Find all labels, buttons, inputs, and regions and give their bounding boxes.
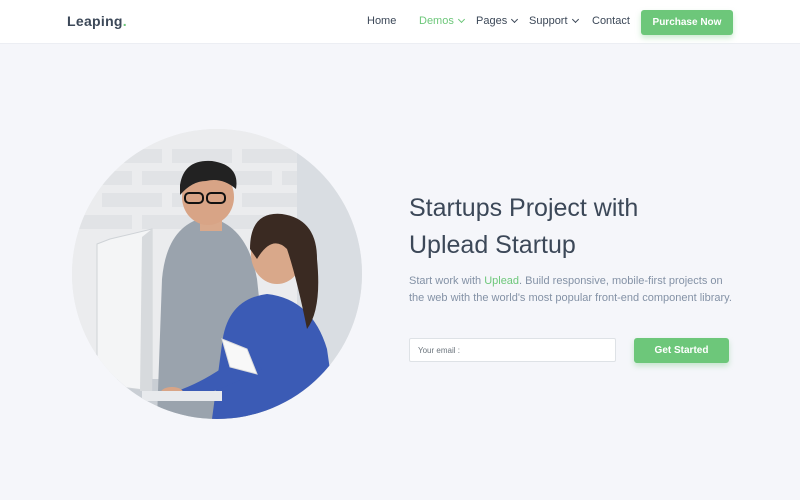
- logo-text: Leaping: [67, 13, 123, 29]
- hero-image: [72, 129, 362, 419]
- nav-item-pages[interactable]: Pages: [476, 15, 519, 27]
- top-navbar: Leaping. Home Demos Pages Support Contac…: [0, 0, 800, 44]
- nav-item-contact[interactable]: Contact: [592, 15, 630, 27]
- purchase-now-button[interactable]: Purchase Now: [641, 10, 733, 35]
- nav-item-label: Contact: [592, 15, 630, 27]
- hero-title: Startups Project with Uplead Startup: [409, 190, 739, 264]
- nav-item-demos[interactable]: Demos: [419, 15, 465, 27]
- hero-description: Start work with Uplead. Build responsive…: [409, 273, 739, 307]
- chevron-down-icon: [571, 15, 579, 24]
- hero-illustration: [72, 129, 362, 419]
- nav-item-label: Pages: [476, 15, 508, 27]
- hero-title-line-1: Startups Project with: [409, 194, 639, 222]
- hero-text-intro: Start work with: [409, 275, 485, 287]
- nav-item-home[interactable]: Home: [367, 15, 396, 27]
- chevron-down-icon: [511, 15, 519, 24]
- nav-item-label: Home: [367, 15, 397, 27]
- nav-item-label: Support: [529, 15, 568, 27]
- logo-dot: .: [122, 13, 127, 29]
- site-logo[interactable]: Leaping.: [67, 13, 127, 29]
- nav-item-support[interactable]: Support: [529, 15, 579, 27]
- hero-title-line-2: Uplead Startup: [409, 231, 576, 259]
- hero-text-highlight: Uplead: [484, 275, 520, 287]
- email-field[interactable]: [409, 338, 616, 362]
- chevron-down-icon: [457, 15, 465, 24]
- nav-item-label: Demos: [419, 15, 454, 27]
- get-started-button[interactable]: Get Started: [634, 338, 729, 363]
